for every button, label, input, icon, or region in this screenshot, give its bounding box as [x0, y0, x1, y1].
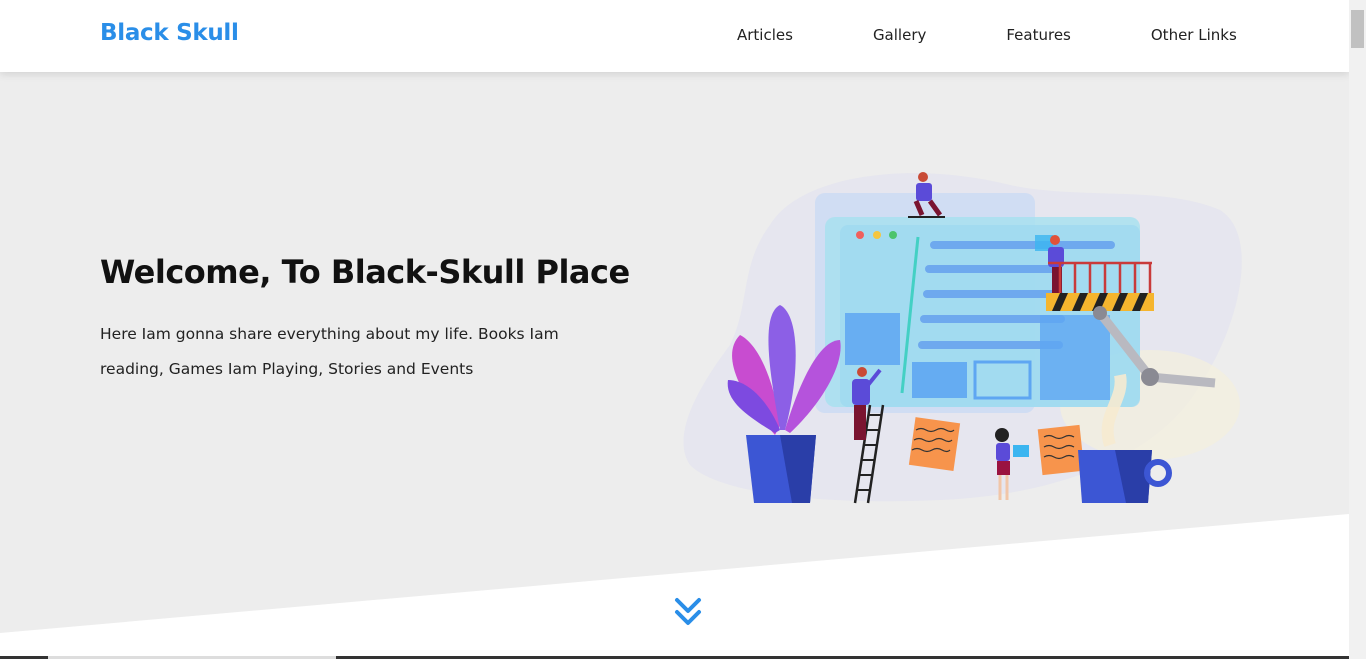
- double-chevron-down-icon: [675, 598, 701, 625]
- vertical-scrollbar[interactable]: [1349, 0, 1366, 659]
- nav-link-other-links[interactable]: Other Links: [1151, 26, 1237, 44]
- scrollbar-thumb[interactable]: [1351, 10, 1364, 48]
- brand-logo[interactable]: Black Skull: [100, 20, 239, 46]
- hero-illustration: [683, 172, 1242, 504]
- navbar: Black Skull Articles Gallery Features Ot…: [0, 0, 1349, 72]
- nav-menu: Articles Gallery Features Other Links: [737, 26, 1237, 44]
- nav-link-articles[interactable]: Articles: [737, 26, 793, 44]
- hero-description: Here Iam gonna share everything about my…: [100, 325, 559, 378]
- nav-link-features[interactable]: Features: [1006, 26, 1071, 44]
- hero-title: Welcome, To Black-Skull Place: [100, 253, 630, 291]
- nav-link-gallery[interactable]: Gallery: [873, 26, 926, 44]
- page: Black Skull Articles Gallery Features Ot…: [0, 0, 1349, 659]
- scroll-down-button[interactable]: [673, 596, 703, 628]
